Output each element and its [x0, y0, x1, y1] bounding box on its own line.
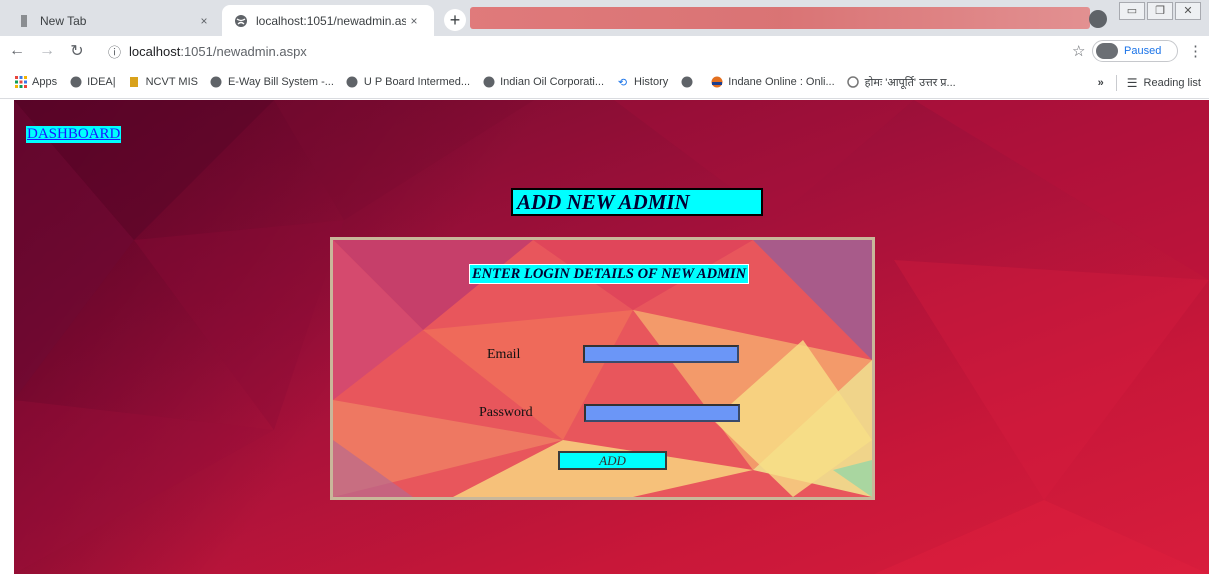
url-path: :1051/newadmin.aspx	[180, 43, 307, 59]
bookmark-label: Indian Oil Corporati...	[500, 76, 605, 88]
minimize-icon[interactable]: ▭	[1119, 2, 1145, 20]
tab-new-tab[interactable]: New Tab ×	[6, 5, 224, 36]
bookmarks-right: » ☰ Reading list	[1098, 66, 1201, 99]
back-arrow-icon[interactable]: ←	[4, 38, 30, 64]
password-label: Password	[479, 405, 533, 420]
close-window-icon[interactable]: ✕	[1175, 2, 1201, 20]
reading-list-link[interactable]: Reading list	[1144, 77, 1201, 89]
tab-label: New Tab	[40, 13, 87, 28]
profile-icon[interactable]	[1089, 10, 1107, 28]
bookmark-label: U P Board Intermed...	[363, 76, 471, 88]
profile-paused-button[interactable]: Paused	[1092, 40, 1178, 62]
email-field[interactable]	[583, 345, 739, 363]
login-form-panel: ENTER LOGIN DETAILS OF NEW ADMIN Email P…	[330, 237, 875, 500]
bookmark-label: E-Way Bill System -...	[227, 76, 334, 88]
globe-icon	[680, 76, 693, 89]
bookmark-label: Indane Online : Onli...	[728, 76, 835, 88]
bookmark-label: NCVT MIS	[145, 76, 198, 88]
bookmark-label: Apps	[32, 76, 58, 88]
avatar	[1096, 43, 1118, 59]
bookmark-label: History	[634, 76, 669, 88]
more-bookmarks-icon[interactable]: »	[1098, 77, 1104, 89]
bookmark-ncvt-mis[interactable]: NCVT MIS	[128, 76, 198, 89]
form-subtitle: ENTER LOGIN DETAILS OF NEW ADMIN	[469, 264, 750, 284]
tab-label: localhost:1051/newadmin.aspx	[256, 13, 406, 28]
dashboard-link[interactable]: DASHBOARD	[26, 126, 122, 143]
tab-newadmin[interactable]: localhost:1051/newadmin.aspx ×	[222, 5, 434, 36]
globe-icon	[482, 76, 495, 89]
restore-icon[interactable]: ❐	[1147, 2, 1173, 20]
new-tab-button[interactable]: +	[444, 9, 466, 31]
bookmark-up-supply[interactable]: होमः 'आपूर्ति' उत्तर प्र...	[847, 75, 956, 90]
star-icon[interactable]: ☆	[1072, 42, 1085, 60]
globe-icon	[69, 76, 82, 89]
bookmark-label: होमः 'आपूर्ति' उत्तर प्र...	[864, 76, 956, 89]
browser-toolbar: ← → ↻ ⓘ localhost:1051/newadmin.aspx ☆ P…	[0, 36, 1209, 66]
background-window-bar	[470, 7, 1090, 29]
bookmark-label: IDEA|	[87, 76, 116, 88]
emblem-icon	[847, 76, 860, 89]
emblem-icon	[128, 76, 141, 89]
add-button[interactable]: ADD	[558, 451, 667, 470]
email-label: Email	[487, 347, 521, 362]
address-bar[interactable]: ⓘ localhost:1051/newadmin.aspx	[108, 40, 307, 62]
bookmark-eway-bill[interactable]: E-Way Bill System -...	[210, 76, 334, 89]
bookmark-up-board[interactable]: U P Board Intermed...	[346, 76, 470, 89]
history-icon: ⟲	[617, 76, 628, 89]
forward-arrow-icon[interactable]: →	[34, 38, 60, 64]
close-icon[interactable]: ×	[196, 14, 212, 28]
kebab-menu-icon[interactable]: ⋮	[1188, 42, 1203, 60]
page-icon	[18, 14, 32, 28]
password-field[interactable]	[584, 404, 740, 422]
divider	[1115, 74, 1117, 91]
bookmark-unnamed[interactable]	[680, 76, 698, 89]
bookmark-idea[interactable]: IDEA|	[69, 76, 116, 89]
bookmarks-bar: Apps IDEA| NCVT MIS E-Way Bill System -.…	[0, 66, 1209, 99]
bookmark-indian-oil[interactable]: Indian Oil Corporati...	[482, 76, 604, 89]
profile-status: Paused	[1124, 45, 1162, 57]
globe-icon	[346, 76, 359, 89]
bookmark-history[interactable]: ⟲ History	[616, 76, 668, 89]
bookmark-indane[interactable]: Indane Online : Onli...	[710, 76, 835, 89]
reload-icon[interactable]: ↻	[64, 38, 90, 64]
bookmark-apps[interactable]: Apps	[14, 76, 57, 89]
window-controls: ▭ ❐ ✕	[1119, 2, 1201, 20]
info-icon[interactable]: ⓘ	[108, 42, 121, 61]
indane-icon	[710, 76, 723, 89]
globe-icon	[234, 14, 248, 28]
url-host: localhost	[129, 43, 181, 59]
close-icon[interactable]: ×	[406, 14, 422, 28]
page-background: DASHBOARD ADD NEW ADMIN ENTER LOGIN DETA…	[14, 100, 1209, 574]
tab-strip: New Tab × localhost:1051/newadmin.aspx ×…	[0, 0, 1209, 36]
apps-grid-icon	[14, 76, 27, 89]
page-title: ADD NEW ADMIN	[511, 188, 763, 216]
globe-icon	[210, 76, 223, 89]
reading-list-icon[interactable]: ☰	[1127, 76, 1138, 90]
